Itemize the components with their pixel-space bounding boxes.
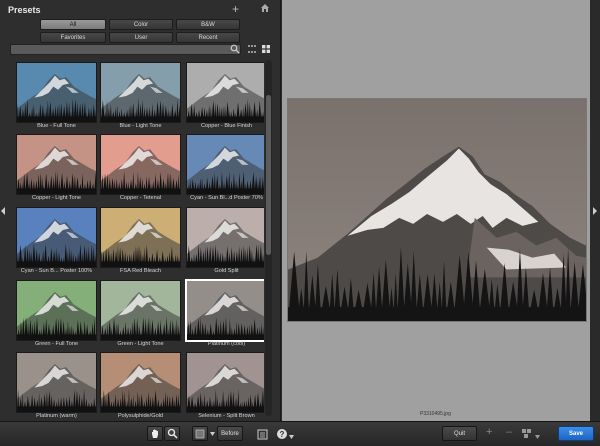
- preset-tile[interactable]: Polysulphide/Gold: [94, 349, 181, 419]
- preset-label: Platinum (warm): [36, 413, 77, 419]
- preset-tile[interactable]: Copper - Blue Finish: [180, 59, 264, 131]
- help-dropdown-icon[interactable]: [289, 435, 294, 439]
- home-icon[interactable]: [260, 3, 270, 13]
- category-recent[interactable]: Recent: [176, 32, 240, 43]
- preset-tile[interactable]: Cyan - Sun B... Poster 100%: [10, 204, 97, 276]
- preset-label: Blue - Light Tone: [119, 123, 162, 129]
- preset-label: Cyan - Sun Bl...d Poster 70%: [190, 195, 263, 201]
- photo-filename: P3310495.jpg: [420, 411, 451, 417]
- zoom-tool-button[interactable]: [164, 426, 180, 441]
- hand-icon: [151, 429, 158, 438]
- preset-thumbnail[interactable]: [100, 134, 181, 195]
- svg-text:?: ?: [280, 430, 285, 439]
- preset-label: Cyan - Sun B... Poster 100%: [20, 268, 93, 274]
- category-color[interactable]: Color: [109, 19, 173, 30]
- preset-tile[interactable]: Green - Light Tone: [94, 277, 181, 349]
- preset-tile[interactable]: Green - Full Tone: [10, 277, 97, 349]
- preset-thumbnail[interactable]: [16, 62, 97, 123]
- compare-icon[interactable]: [522, 429, 532, 439]
- preset-tile[interactable]: Copper - Tetenal: [94, 131, 181, 203]
- preset-thumbnail[interactable]: [16, 280, 97, 341]
- preset-thumbnail[interactable]: [186, 62, 264, 123]
- add-layer-icon[interactable]: +: [486, 426, 492, 438]
- scrollbar-thumb[interactable]: [266, 95, 271, 255]
- preset-tile[interactable]: Cyan - Sun Bl...d Poster 70%: [180, 131, 264, 203]
- preset-tile[interactable]: Blue - Light Tone: [94, 59, 181, 131]
- preset-label: Platinum (cool): [207, 341, 246, 347]
- presets-panel: Presets + All Color B&W Favorites User R…: [0, 0, 281, 421]
- add-preset-button[interactable]: +: [232, 2, 239, 16]
- preset-grid: Blue - Full Tone Blue - Light Tone Coppe…: [10, 59, 264, 419]
- search-icon[interactable]: [230, 44, 240, 54]
- preset-thumbnail[interactable]: [186, 352, 264, 413]
- preset-thumbnail[interactable]: [16, 207, 97, 268]
- preset-thumbnail[interactable]: [16, 134, 97, 195]
- category-favorites[interactable]: Favorites: [40, 32, 106, 43]
- save-button[interactable]: Save: [558, 426, 594, 441]
- preset-label: Green - Full Tone: [34, 341, 79, 347]
- preset-thumbnail[interactable]: [186, 134, 264, 195]
- collapse-left-icon[interactable]: [0, 206, 6, 216]
- zoom-icon: [167, 428, 178, 439]
- search-input[interactable]: [10, 44, 241, 55]
- preset-label: Gold Split: [214, 268, 239, 274]
- preset-label: Copper - Tetenal: [119, 195, 162, 201]
- preset-tile[interactable]: Platinum (warm): [10, 349, 97, 419]
- view-mode-button[interactable]: [192, 426, 208, 441]
- category-user[interactable]: User: [109, 32, 173, 43]
- before-button[interactable]: Before: [217, 426, 243, 441]
- preset-label: Selenium - Split Brown: [198, 413, 255, 419]
- info-panel-icon[interactable]: [257, 429, 268, 440]
- preset-thumbnail[interactable]: [16, 352, 97, 413]
- preset-label: FSA Red Bleach: [119, 268, 162, 274]
- preset-tile[interactable]: Copper - Light Tone: [10, 131, 97, 203]
- preset-label: Copper - Light Tone: [31, 195, 82, 201]
- grid-small-icon[interactable]: [248, 45, 256, 53]
- view-dropdown-icon[interactable]: [210, 432, 215, 436]
- preset-tile[interactable]: Platinum (cool): [180, 277, 264, 349]
- category-bw[interactable]: B&W: [176, 19, 240, 30]
- preview-photo: [287, 98, 587, 322]
- app-window: Presets + All Color B&W Favorites User R…: [0, 0, 600, 446]
- preset-thumbnail[interactable]: [100, 280, 181, 341]
- preset-thumbnail[interactable]: [100, 207, 181, 268]
- remove-layer-icon[interactable]: –: [506, 426, 512, 438]
- category-all[interactable]: All: [40, 19, 106, 30]
- preset-thumbnail[interactable]: [100, 352, 181, 413]
- preset-label: Blue - Full Tone: [37, 123, 76, 129]
- preset-tile[interactable]: Gold Split: [180, 204, 264, 276]
- help-icon[interactable]: ?: [276, 428, 288, 440]
- preset-thumbnail[interactable]: [186, 207, 264, 268]
- hand-tool-button[interactable]: [147, 426, 163, 441]
- collapse-right-icon[interactable]: [592, 206, 598, 216]
- preset-tile[interactable]: FSA Red Bleach: [94, 204, 181, 276]
- panel-title: Presets: [8, 5, 41, 15]
- preset-label: Green - Light Tone: [117, 341, 164, 347]
- preset-label: Copper - Blue Finish: [201, 123, 252, 129]
- quit-button[interactable]: Quit: [442, 426, 477, 441]
- preset-tile[interactable]: Blue - Full Tone: [10, 59, 97, 131]
- single-view-icon: [195, 429, 205, 439]
- preset-label: Polysulphide/Gold: [117, 413, 164, 419]
- grid-large-icon[interactable]: [262, 45, 270, 53]
- preset-thumbnail[interactable]: [185, 279, 264, 342]
- preset-tile[interactable]: Selenium - Split Brown: [180, 349, 264, 419]
- bottom-toolbar: Before ? Quit + – Save: [0, 421, 600, 446]
- compare-dropdown-icon[interactable]: [535, 435, 540, 439]
- preset-thumbnail[interactable]: [100, 62, 181, 123]
